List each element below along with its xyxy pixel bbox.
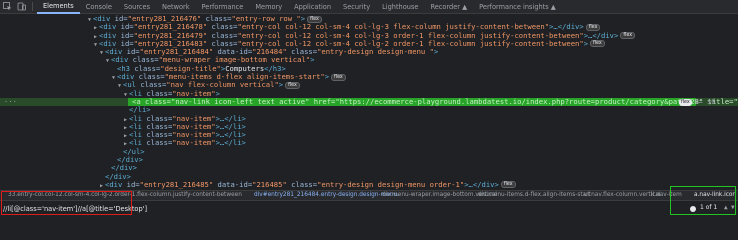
flex-badge[interactable]: flex [590,40,605,48]
tab-console[interactable]: Console [80,0,118,14]
node-tag: <div [105,179,127,189]
tab-elements[interactable]: Elements [37,0,80,14]
inspect-element-icon[interactable] [0,0,14,14]
tabbar-divider [32,2,33,11]
annotation-box-red [1,191,132,215]
breadcrumb-item[interactable]: div.menu-items.d-flex.align-items-start [478,191,591,200]
annotation-box-green [670,186,736,215]
node-options-icon[interactable]: ··· [4,97,17,106]
tree-node[interactable]: ▼ <ul class="nav flex-column vertical"> fl… [0,81,738,89]
collapse-triangle-icon[interactable]: ▶ [98,182,105,190]
attr-value: "entry-design design-menu order-1" [317,179,465,189]
flex-badge[interactable]: flex [679,98,692,106]
node-tag: >…</div> [583,30,619,40]
flex-badge[interactable]: flex [500,181,516,189]
tree-node[interactable]: ▶ <li class="nav-item">…</li> [0,131,738,140]
tree-node[interactable]: </li> [0,106,738,114]
tab-lighthouse[interactable]: Lighthouse [376,0,424,14]
breadcrumb-item[interactable]: div#entry281_216484.entry-design.design-… [254,191,399,200]
attr-name: id= [126,179,140,189]
tree-node[interactable]: <h3 class="design-title">Computers</h3> [0,64,738,73]
node-tag: >…</div> [464,179,499,189]
devtools-tabbar: Elements Console Sources Network Perform… [0,0,738,14]
attr-value: "nav-item" [172,138,216,148]
selected-node-marker: == $0 [694,96,716,106]
flex-badge[interactable]: flex [331,73,346,81]
attr-name: class= [146,138,173,148]
tree-node[interactable]: ▼ <div class="menu-items d-flex align-ite… [0,72,738,82]
attr-value: "216485" [252,179,287,189]
tree-node[interactable]: ▶ <li class="nav-item">…</li> [0,114,738,123]
node-tag: > [583,38,589,48]
node-tag: > [310,55,315,65]
inspect-element-icon-svg [2,2,11,11]
tree-node[interactable]: ▶ <li class="nav-item">…</li> [0,122,738,131]
breadcrumb-item[interactable]: ul.nav.flex-column.vertical [584,191,661,200]
tree-node[interactable]: ▶ <div id="entry281_216485" data-id="2164… [0,179,738,190]
device-toolbar-icon[interactable] [14,0,28,14]
tree-node[interactable]: </ul> [0,147,738,156]
tab-recorder[interactable]: Recorder ▲ [424,0,473,14]
node-tag: >…</li> [215,138,246,148]
tab-network[interactable]: Network [156,0,196,14]
tab-sources[interactable]: Sources [118,0,156,14]
attr-value: "entry281_216485" [139,179,214,189]
flex-badge[interactable]: flex [285,81,300,89]
selected-node-text: <a class="nav-link icon-left text active… [132,96,738,106]
node-tag: > [433,47,439,57]
node-tag: > [278,80,284,90]
attr-name: class= [286,179,318,189]
attr-name: data-id= [213,179,253,189]
device-toolbar-icon-svg [17,2,26,11]
tab-performance[interactable]: Performance [196,0,250,14]
tab-security[interactable]: Security [337,0,376,14]
node-tag: > [324,72,330,82]
tab-performance-insights[interactable]: Performance insights ▲ [473,0,562,14]
flex-badge[interactable]: flex [620,32,636,40]
elements-tree: ▼ <div id="entry281_216476" class="entry-… [0,15,738,190]
tree-node[interactable]: ▶ <li class="nav-item">…</li> [0,138,738,148]
tree-node[interactable]: ▼ <div class="menu-wraper image-bottom ve… [0,55,738,65]
tab-application[interactable]: Application [288,0,337,14]
attr-value: "entry-design design-menu " [317,47,434,57]
tree-node-selected[interactable]: ··· <a class="nav-link icon-left text ac… [0,96,738,107]
tab-memory[interactable]: Memory [249,0,288,14]
